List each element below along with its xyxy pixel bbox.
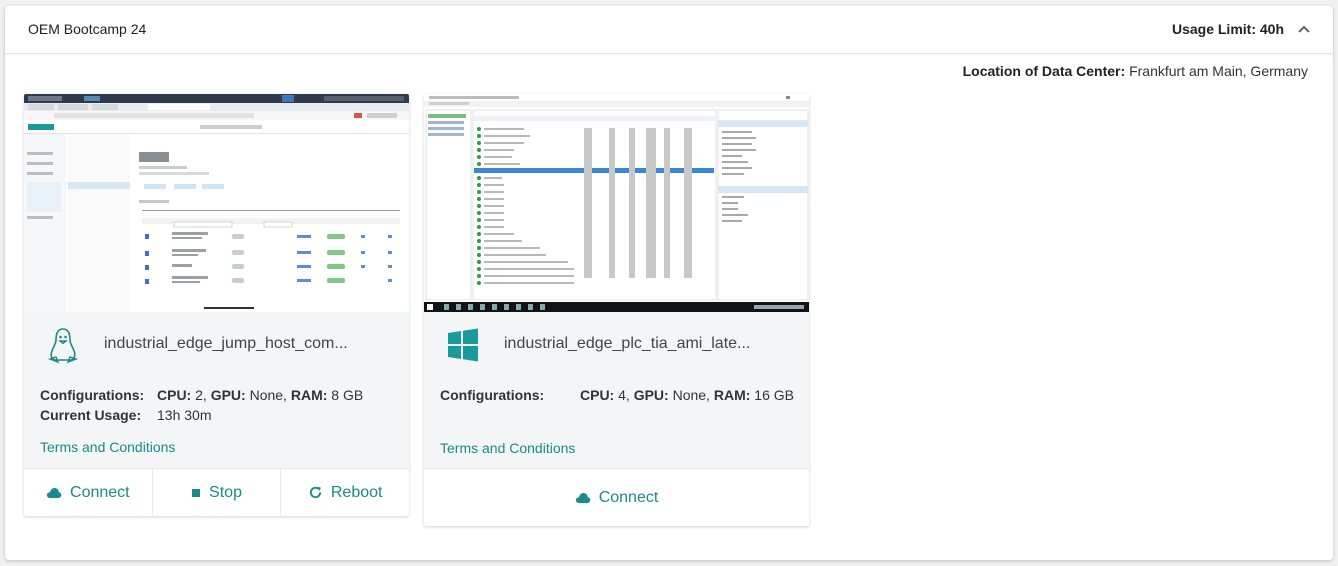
vm-image-name: industrial_edge_jump_host_com... [104,335,348,352]
current-usage-label: Current Usage: [40,407,142,423]
vm-screenshot-windows-desktop[interactable] [424,94,809,312]
configurations-value: CPU: 2, GPU: None, RAM: 8 GB [157,387,364,403]
vm-card-plc-tia: industrial_edge_plc_tia_ami_late... Conf… [424,94,809,526]
configurations-value: CPU: 4, GPU: None, RAM: 16 GB [580,387,794,403]
vm-screenshot-linux-desktop[interactable] [24,94,409,312]
reboot-button[interactable]: Reboot [281,469,409,516]
usage-limit: Usage Limit: 40h [1171,21,1284,37]
vm-actions: Connect Stop Reboot [24,468,409,516]
vm-image-name: industrial_edge_plc_tia_ami_late... [504,335,751,352]
terms-link[interactable]: Terms and Conditions [440,440,575,456]
chevron-up-icon[interactable] [1297,22,1311,36]
configurations-label: Configurations: [40,387,145,403]
stop-icon [192,488,201,497]
configurations-label: Configurations: [440,387,545,403]
vm-actions: Connect [424,468,809,526]
connect-label: Connect [70,483,130,501]
panel-header[interactable]: OEM Bootcamp 24 Usage Limit: 40h [5,6,1333,54]
data-center-location: Location of Data Center: Frankfurt am Ma… [963,63,1308,79]
configurations-row: Configurations: CPU: 2, GPU: None, RAM: … [40,387,363,403]
connect-label: Connect [598,488,659,506]
configurations-row: Configurations: CPU: 4, GPU: None, RAM: … [440,387,794,403]
stop-label: Stop [209,483,242,501]
current-usage-row: Current Usage: 13h 30m [40,407,211,423]
cloud-icon [575,492,591,503]
cloud-icon [46,487,62,498]
location-label: Location of Data Center: [962,63,1126,79]
windows-icon [448,328,478,362]
reboot-label: Reboot [330,483,383,501]
stop-button[interactable]: Stop [153,469,282,516]
terms-link[interactable]: Terms and Conditions [40,439,175,455]
panel-title: OEM Bootcamp 24 [28,21,147,37]
current-usage-value: 13h 30m [157,407,212,423]
location-value: Frankfurt am Main, Germany [1129,63,1308,79]
linux-tux-icon [47,328,79,364]
refresh-icon [309,486,321,499]
connect-button[interactable]: Connect [424,469,809,526]
vm-card-jump-host: industrial_edge_jump_host_com... Configu… [24,94,409,516]
connect-button[interactable]: Connect [24,469,153,516]
